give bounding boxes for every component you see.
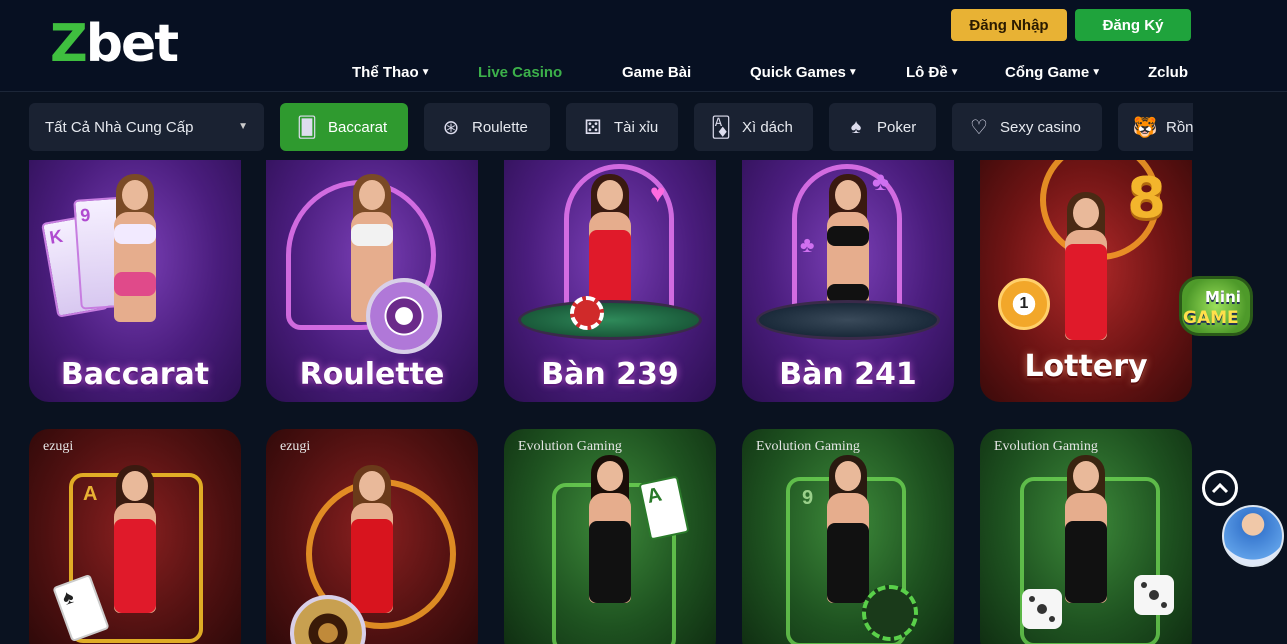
chip-label: Tài xỉu — [614, 118, 659, 136]
nav-label: Lô Đề — [906, 63, 948, 81]
game-card-ban-239[interactable]: ♥ Bàn 239 — [504, 160, 716, 402]
provider-logo: ezugi — [43, 439, 74, 454]
chip-sexy-casino[interactable]: ♡ Sexy casino — [952, 103, 1102, 151]
chip-stack-image — [570, 296, 604, 330]
chip-label: Rồng — [1166, 118, 1193, 136]
chip-label: Sexy casino — [1000, 118, 1081, 136]
game-card-ezugi-1[interactable]: ezugi A ♠ — [29, 429, 241, 644]
scroll-to-top-button[interactable] — [1202, 470, 1238, 506]
chip-baccarat[interactable]: 🂠 Baccarat — [280, 103, 408, 151]
dealer-image — [813, 453, 883, 603]
sexy-icon: ♡ — [970, 116, 988, 139]
login-button[interactable]: Đăng Nhập — [951, 9, 1067, 41]
blackjack-icon: 🃁 — [710, 116, 732, 139]
game-title: Lottery — [1024, 349, 1148, 384]
cards-icon: 🂠 — [296, 116, 318, 139]
nav-label: Thể Thao — [352, 63, 419, 81]
provider-select-value: Tất Cả Nhà Cung Cấp — [45, 118, 194, 136]
nav-quick-games[interactable]: Quick Games ▼ — [750, 62, 858, 82]
register-button[interactable]: Đăng Ký — [1075, 9, 1191, 41]
provider-logo: Evolution Gaming — [518, 439, 622, 454]
dealer-image — [100, 172, 170, 322]
support-avatar-button[interactable] — [1222, 505, 1284, 567]
provider-logo: Evolution Gaming — [994, 439, 1098, 454]
chip-label: Poker — [877, 118, 917, 136]
game-card-evolution-1[interactable]: Evolution Gaming A — [504, 429, 716, 644]
nav-lo-de[interactable]: Lô Đề ▼ — [906, 62, 960, 82]
game-title: Bàn 239 — [541, 357, 679, 392]
game-card-roulette[interactable]: Roulette — [266, 160, 478, 402]
chevron-down-icon: ▼ — [238, 121, 248, 132]
mini-game-widget[interactable]: Mini GAME — [1175, 266, 1257, 342]
zbet-logo[interactable]: Zbet — [50, 18, 179, 70]
game-card-lottery[interactable]: 8 1 Lottery — [980, 160, 1192, 402]
game-card-ban-241[interactable]: ♣ ♣ Bàn 241 — [742, 160, 954, 402]
caret-down-icon: ▼ — [1091, 66, 1102, 78]
dice-image — [1134, 575, 1174, 615]
game-card-ezugi-2[interactable]: ezugi — [266, 429, 478, 644]
nav-the-thao[interactable]: Thể Thao ▼ — [352, 62, 431, 82]
poker-chip-image — [862, 585, 918, 641]
tiger-icon: 🐯 — [1132, 116, 1158, 139]
roulette-wheel-image — [366, 278, 442, 354]
casino-table-image — [518, 300, 702, 340]
caret-down-icon: ▼ — [420, 66, 431, 78]
game-card-baccarat[interactable]: K 9 Baccarat — [29, 160, 241, 402]
chip-tai-xiu[interactable]: ⚄ Tài xỉu — [566, 103, 678, 151]
nav-label: Quick Games — [750, 63, 846, 81]
caret-down-icon: ▼ — [847, 66, 858, 78]
chevron-up-icon — [1211, 482, 1229, 494]
nav-live-casino[interactable]: Live Casino — [478, 62, 562, 82]
dice-icon: ⚄ — [584, 116, 602, 139]
nav-label: Zclub — [1148, 63, 1188, 81]
chip-label: Xì dách — [742, 118, 793, 136]
nav-label: Live Casino — [478, 63, 563, 81]
dealer-image — [575, 453, 645, 603]
chip-label: Baccarat — [328, 118, 388, 136]
game-title: Baccarat — [60, 357, 210, 392]
provider-logo: Evolution Gaming — [756, 439, 860, 454]
nav-zclub[interactable]: Zclub — [1148, 62, 1188, 82]
dealer-image — [1051, 190, 1121, 340]
lottery-ball-image: 1 — [998, 278, 1050, 330]
provider-logo: ezugi — [280, 439, 311, 454]
dice-image — [1022, 589, 1062, 629]
chip-label: Roulette — [472, 118, 528, 136]
dealer-image — [1051, 453, 1121, 603]
chip-rong[interactable]: 🐯 Rồng — [1118, 103, 1193, 151]
chip-roulette[interactable]: ⊛ Roulette — [424, 103, 550, 151]
nav-cong-game[interactable]: Cổng Game ▼ — [1005, 62, 1101, 82]
game-card-evolution-3[interactable]: Evolution Gaming — [980, 429, 1192, 644]
chip-poker[interactable]: ♠ Poker — [829, 103, 936, 151]
chip-xi-dach[interactable]: 🃁 Xì dách — [694, 103, 813, 151]
top-header: Zbet Đăng Nhập Đăng Ký Thể Thao ▼ Live Ca… — [0, 0, 1287, 92]
roulette-icon: ⊛ — [442, 116, 460, 139]
nav-label: Game Bài — [622, 63, 692, 81]
mini-game-label: GAME — [1183, 308, 1239, 328]
heart-icon: ♥ — [650, 178, 666, 208]
game-title: Bàn 241 — [779, 357, 917, 392]
nav-game-bai[interactable]: Game Bài — [622, 62, 691, 82]
lottery-number-image: 8 — [1127, 166, 1166, 231]
dealer-image — [100, 463, 170, 613]
provider-select[interactable]: Tất Cả Nhà Cung Cấp ▼ — [29, 103, 264, 151]
game-grid: K 9 Baccarat Roulette ♥ Bàn 239 ♣ ♣ Bàn … — [0, 160, 1193, 644]
poker-icon: ♠ — [850, 115, 862, 138]
game-card-evolution-2[interactable]: Evolution Gaming 9 — [742, 429, 954, 644]
nav-label: Cổng Game — [1005, 63, 1090, 81]
game-title: Roulette — [299, 357, 445, 392]
category-chips: Tất Cả Nhà Cung Cấp ▼ 🂠 Baccarat ⊛ Roule… — [0, 92, 1193, 160]
dealer-image — [337, 463, 407, 613]
caret-down-icon: ▼ — [949, 66, 960, 78]
casino-table-image — [756, 300, 940, 340]
mini-game-label: Mini — [1205, 288, 1241, 306]
